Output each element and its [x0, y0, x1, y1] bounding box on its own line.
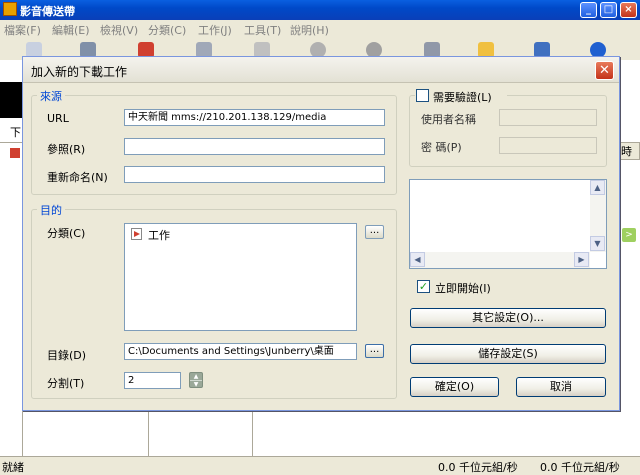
directory-label: 目錄(D) [47, 349, 87, 362]
maximize-button[interactable]: □ [600, 2, 617, 18]
auth-group [409, 95, 607, 167]
column-header[interactable]: 時 [620, 142, 640, 160]
auth-legend: 需要驗證(L) [415, 87, 507, 105]
download-speed: 0.0 千位元組/秒 [438, 461, 518, 474]
preview-panel [0, 82, 22, 118]
category-list[interactable]: 工作 [124, 223, 357, 331]
cancel-button[interactable]: 取消 [516, 377, 606, 397]
app-icon [3, 2, 17, 16]
menu-help[interactable]: 說明(H) [290, 22, 329, 38]
close-button[interactable]: × [620, 2, 637, 18]
menu-file[interactable]: 檔案(F) [4, 22, 41, 38]
scroll-up-button[interactable]: ▲ [590, 180, 605, 195]
category-browse-button[interactable]: ... [365, 225, 384, 239]
directory-input[interactable]: C:\Documents and Settings\Junberry\桌面 [124, 343, 357, 360]
category-item[interactable]: 工作 [148, 227, 170, 243]
divider [252, 410, 253, 456]
status-bar: 就緒 0.0 千位元組/秒 0.0 千位元組/秒 [0, 456, 640, 474]
dialog-title: 加入新的下載工作 [31, 65, 128, 79]
tab-download[interactable]: 下 [10, 124, 21, 140]
upload-speed: 0.0 千位元組/秒 [540, 461, 620, 474]
scroll-right-button[interactable]: ▶ [574, 252, 589, 267]
menu-job[interactable]: 工作(J) [198, 22, 232, 38]
main-title-bar: 影音傳送帶 _ □ × [0, 0, 640, 20]
split-label: 分割(T) [47, 377, 85, 390]
password-input[interactable] [499, 137, 597, 154]
start-now-label[interactable]: 立即開始(I) [435, 280, 491, 296]
start-now-checkbox[interactable]: ✓ [417, 280, 430, 293]
menu-category[interactable]: 分類(C) [148, 22, 186, 38]
vertical-scrollbar[interactable]: ▲ ▼ [590, 180, 606, 252]
other-settings-button[interactable]: 其它設定(O)... [410, 308, 606, 328]
scroll-left-button[interactable]: ◀ [410, 252, 425, 267]
split-spinner[interactable]: ▲ ▼ [189, 372, 203, 388]
horizontal-scrollbar[interactable]: ◀ ▶ [410, 252, 590, 268]
status-text: 就緒 [2, 461, 24, 474]
url-input[interactable]: 中天新聞 mms://210.201.138.129/media [124, 109, 385, 126]
menu-edit[interactable]: 編輯(E) [52, 22, 90, 38]
ok-button[interactable]: 確定(O) [410, 377, 499, 397]
referer-input[interactable] [124, 138, 385, 155]
rename-label: 重新命名(N) [47, 171, 108, 184]
info-textbox[interactable]: ▲ ▼ ◀ ▶ [409, 179, 607, 269]
app-title: 影音傳送帶 [20, 5, 75, 18]
add-download-dialog: 加入新的下載工作 ✕ 來源 URL 中天新聞 mms://210.201.138… [22, 56, 620, 411]
url-label: URL [47, 112, 69, 125]
divider [148, 410, 149, 456]
scroll-down-button[interactable]: ▼ [590, 236, 605, 251]
dialog-close-button[interactable]: ✕ [595, 61, 614, 80]
save-settings-button[interactable]: 儲存設定(S) [410, 344, 606, 364]
scroll-right-icon[interactable]: > [622, 228, 636, 242]
source-legend: 來源 [37, 88, 65, 104]
username-input[interactable] [499, 109, 597, 126]
dialog-title-bar: 加入新的下載工作 ✕ [23, 57, 619, 83]
column-header-label: 時 [621, 145, 632, 158]
password-label: 密 碼(P) [421, 141, 462, 154]
minimize-button[interactable]: _ [580, 2, 597, 18]
auth-checkbox[interactable] [416, 89, 429, 102]
referer-label: 參照(R) [47, 143, 86, 156]
menu-bar: 檔案(F) 編輯(E) 檢視(V) 分類(C) 工作(J) 工具(T) 說明(H… [0, 20, 640, 38]
menu-tools[interactable]: 工具(T) [244, 22, 281, 38]
category-item-icon [131, 228, 142, 240]
directory-browse-button[interactable]: ... [365, 344, 384, 358]
auth-checkbox-label[interactable]: 需要驗證(L) [433, 89, 492, 105]
split-input[interactable]: 2 [124, 372, 181, 389]
rename-input[interactable] [124, 166, 385, 183]
category-icon [10, 148, 20, 158]
menu-view[interactable]: 檢視(V) [100, 22, 138, 38]
username-label: 使用者名稱 [421, 113, 476, 126]
category-label: 分類(C) [47, 227, 86, 240]
destination-legend: 目的 [37, 202, 65, 218]
divider [0, 142, 22, 143]
